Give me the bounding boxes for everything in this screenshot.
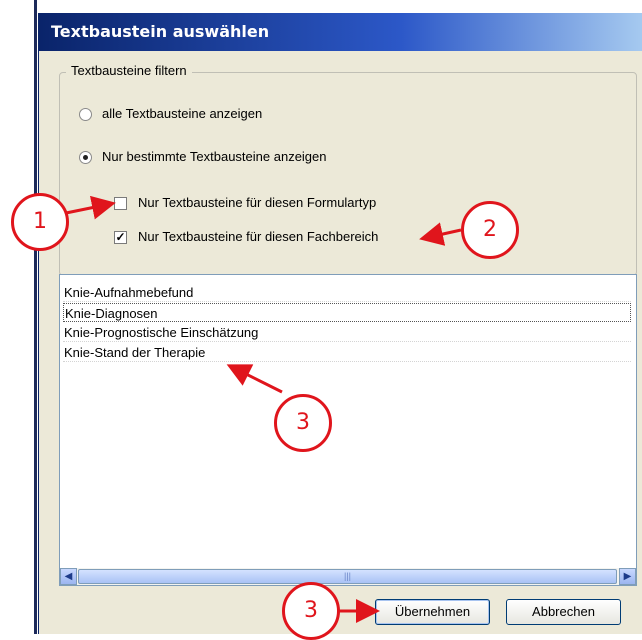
callout-1: 1 — [11, 193, 69, 251]
arrow-1 — [65, 195, 116, 220]
callout-2: 2 — [461, 201, 519, 259]
arrow-3-list — [226, 364, 283, 394]
arrow-2 — [419, 222, 462, 246]
annotation-arrows — [65, 195, 462, 623]
callout-3-button: 3 — [282, 582, 340, 640]
callout-3-list: 3 — [274, 394, 332, 452]
